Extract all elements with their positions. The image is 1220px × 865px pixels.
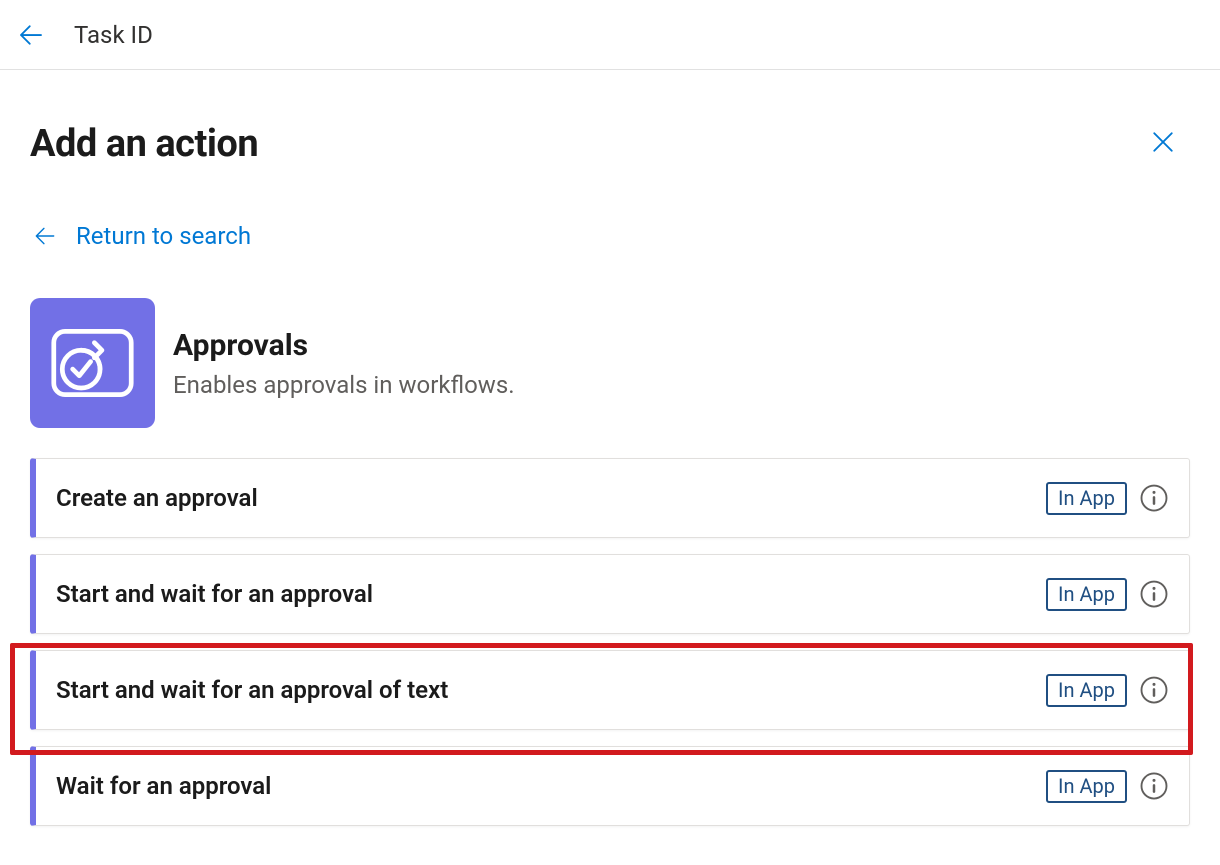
action-item-start-wait-approval[interactable]: Start and wait for an approval In App [30,554,1190,634]
action-label: Start and wait for an approval of text [56,676,1046,704]
action-label: Create an approval [56,484,1046,512]
action-item-wait-approval[interactable]: Wait for an approval In App [30,746,1190,826]
action-right: In App [1046,482,1169,515]
info-icon [1139,771,1169,801]
page-title: Add an action [30,122,258,166]
info-button[interactable] [1139,675,1169,705]
arrow-left-icon [32,223,58,249]
in-app-badge: In App [1046,674,1127,707]
close-button[interactable] [1148,127,1178,161]
action-right: In App [1046,770,1169,803]
actions-list: Create an approval In App Start and wait… [30,458,1190,826]
in-app-badge: In App [1046,578,1127,611]
arrow-left-icon [16,20,46,50]
content: Add an action Return to search Approvals… [0,70,1220,826]
approvals-icon [50,327,135,399]
connector-icon-approvals [30,298,155,428]
action-right: In App [1046,578,1169,611]
info-icon [1139,579,1169,609]
close-icon [1148,127,1178,157]
action-label: Start and wait for an approval [56,580,1046,608]
info-icon [1139,483,1169,513]
action-label: Wait for an approval [56,772,1046,800]
header-bar: Task ID [0,0,1220,70]
page-header: Add an action [30,122,1190,166]
action-item-start-wait-approval-text[interactable]: Start and wait for an approval of text I… [30,650,1190,730]
in-app-badge: In App [1046,770,1127,803]
in-app-badge: In App [1046,482,1127,515]
connector-text: Approvals Enables approvals in workflows… [173,328,515,399]
info-button[interactable] [1139,579,1169,609]
action-item-create-approval[interactable]: Create an approval In App [30,458,1190,538]
header-title: Task ID [74,21,153,49]
return-link-label: Return to search [76,222,251,250]
info-button[interactable] [1139,771,1169,801]
connector-section: Approvals Enables approvals in workflows… [30,298,1190,428]
back-arrow-button[interactable] [16,20,46,50]
info-button[interactable] [1139,483,1169,513]
return-to-search-link[interactable]: Return to search [32,222,251,250]
connector-description: Enables approvals in workflows. [173,371,515,399]
connector-title: Approvals [173,328,515,363]
info-icon [1139,675,1169,705]
action-right: In App [1046,674,1169,707]
